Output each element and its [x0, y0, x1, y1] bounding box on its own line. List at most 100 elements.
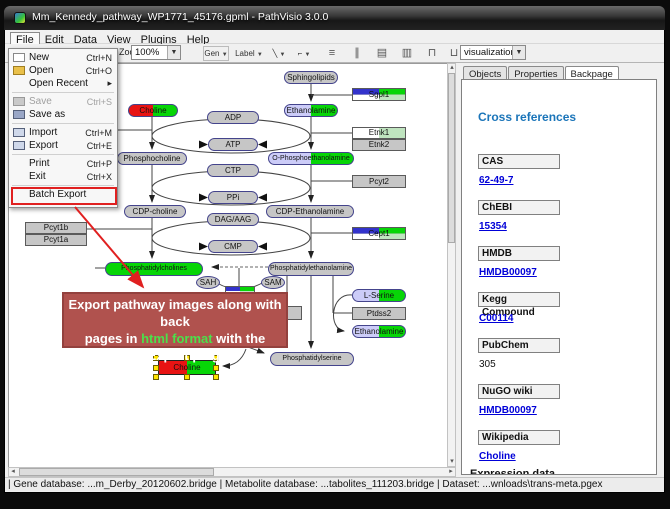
stack-vertical-icon[interactable]: ⊓ [423, 45, 441, 61]
zoom-dropdown-icon[interactable]: ▼ [167, 46, 180, 59]
node-phosphocholine[interactable]: Phosphocholine [117, 152, 187, 165]
visualization-dropdown-icon[interactable]: ▼ [512, 46, 525, 59]
save-icon [13, 97, 25, 106]
scroll-up-icon[interactable]: ▴ [448, 64, 456, 72]
cross-references-heading: Cross references [478, 110, 576, 124]
align-center-horizontal-icon[interactable]: ≡ [323, 45, 341, 61]
xref-section-wikipedia: Wikipedia [478, 430, 560, 445]
export-icon [13, 141, 25, 150]
distribute-horizontal-icon[interactable]: ▤ [373, 45, 391, 61]
xref-section-kegg: Kegg Compound [478, 292, 560, 307]
xref-link-cas[interactable]: 62-49-7 [479, 175, 513, 186]
visualization-combobox[interactable]: visualization ▼ [460, 45, 526, 60]
xref-section-pubchem: PubChem [478, 338, 560, 353]
node-l-serine[interactable]: L-Serine [352, 289, 406, 302]
zoom-combobox[interactable]: 100% ▼ [131, 45, 181, 60]
distribute-vertical-icon[interactable]: ▥ [398, 45, 416, 61]
node-cept1[interactable]: Cept1 [352, 227, 406, 240]
menu-separator [12, 185, 114, 186]
title-bar[interactable]: Mm_Kennedy_pathway_WP1771_45176.gpml - P… [4, 6, 665, 30]
node-pcyt2[interactable]: Pcyt2 [352, 175, 406, 188]
selection-handle[interactable] [213, 365, 219, 371]
node-ctp[interactable]: CTP [207, 164, 259, 177]
file-menu-popup: NewCtrl+N OpenCtrl+O Open Recent▸ SaveCt… [8, 48, 118, 208]
scroll-right-icon[interactable]: ▸ [447, 468, 455, 476]
node-adp[interactable]: ADP [207, 111, 259, 124]
menu-item-save[interactable]: SaveCtrl+S [9, 95, 117, 108]
expression-data-heading: Expression data [470, 468, 555, 475]
node-ethanolamine-2[interactable]: Ethanolamine [352, 325, 406, 338]
node-pcyt1a[interactable]: Pcyt1a [25, 234, 87, 246]
datanode-template-button[interactable]: Gen ▼ [203, 46, 229, 61]
app-icon [14, 12, 26, 24]
node-phosphatidylethanolamine[interactable]: Phosphatidylethanolamine [268, 262, 354, 276]
selection-handle[interactable] [213, 374, 219, 380]
connector-tool-button[interactable]: ⌐ ▼ [293, 46, 315, 61]
node-etnk1[interactable]: Etnk1 [352, 127, 406, 139]
node-phosphatidylcholines[interactable]: Phosphatidylcholines [105, 262, 203, 276]
node-cdp-ethanolamine[interactable]: CDP-Ethanolamine [266, 205, 354, 218]
node-o-phosphoethanolamine[interactable]: O-Phosphoethanolamine [268, 152, 354, 165]
annotation-line2: pages in html format with the [64, 330, 286, 347]
vertical-scroll-thumb[interactable] [448, 73, 455, 243]
xref-link-hmdb[interactable]: HMDB00097 [479, 267, 537, 278]
annotation-callout: Export pathway images along with back pa… [62, 292, 288, 348]
align-center-vertical-icon[interactable]: ∥ [348, 45, 366, 61]
node-sgpl1[interactable]: Sgpl1 [352, 88, 406, 101]
xref-link-wikipedia[interactable]: Choline [479, 451, 516, 462]
status-text: | Gene database: ...m_Derby_20120602.bri… [5, 478, 664, 491]
chevron-down-icon: ▼ [222, 52, 228, 58]
xref-section-hmdb: HMDB [478, 246, 560, 261]
node-sphingolipids[interactable]: Sphingolipids [284, 71, 338, 84]
menu-item-export[interactable]: ExportCtrl+E [9, 139, 117, 152]
window-title: Mm_Kennedy_pathway_WP1771_45176.gpml - P… [32, 11, 328, 23]
menu-bar: FileEditDataViewPluginsHelp [5, 30, 664, 44]
import-icon [13, 128, 25, 137]
selection-handle[interactable] [184, 374, 190, 380]
horizontal-scrollbar[interactable]: ◂ ▸ [8, 467, 456, 477]
xref-link-kegg[interactable]: C00114 [479, 313, 513, 324]
node-atp[interactable]: ATP [208, 138, 258, 151]
chevron-down-icon: ▼ [304, 52, 310, 58]
xref-section-chebi: ChEBI [478, 200, 560, 215]
xref-section-cas: CAS [478, 154, 560, 169]
menu-item-open-recent[interactable]: Open Recent▸ [9, 77, 117, 90]
menu-item-new[interactable]: NewCtrl+N [9, 51, 117, 64]
line-tool-button[interactable]: ╲ ▼ [268, 46, 290, 61]
side-panel-tabs: ObjectsPropertiesBackpageSearchLegend [463, 64, 659, 79]
menu-item-print[interactable]: PrintCtrl+P [9, 157, 117, 170]
xref-link-chebi[interactable]: 15354 [479, 221, 507, 232]
node-ethanolamine[interactable]: Ethanolamine [284, 104, 338, 117]
node-choline[interactable]: Choline [128, 104, 178, 117]
selection-handle[interactable] [153, 365, 159, 371]
menu-item-import[interactable]: ImportCtrl+M [9, 126, 117, 139]
vertical-scrollbar[interactable]: ▴ ▾ [447, 63, 456, 467]
node-pcyt1b[interactable]: Pcyt1b [25, 222, 87, 234]
scroll-left-icon[interactable]: ◂ [9, 468, 17, 476]
annotation-line3: HtmlExport plugin [64, 347, 286, 364]
node-sah[interactable]: SAH [196, 276, 220, 289]
menu-item-open[interactable]: OpenCtrl+O [9, 64, 117, 77]
menu-item-exit[interactable]: ExitCtrl+X [9, 170, 117, 183]
node-dag-aag[interactable]: DAG/AAG [207, 213, 259, 226]
node-sam[interactable]: SAM [261, 276, 285, 289]
submenu-arrow-icon: ▸ [107, 78, 112, 89]
node-cdp-choline[interactable]: CDP-choline [124, 205, 186, 218]
selection-handle[interactable] [153, 374, 159, 380]
node-cmp[interactable]: CMP [208, 240, 258, 253]
menu-separator [12, 92, 114, 93]
chevron-down-icon: ▼ [280, 52, 286, 58]
highlighted-text: html format [141, 331, 213, 346]
node-ptdss2[interactable]: Ptdss2 [352, 307, 406, 320]
menu-separator [12, 123, 114, 124]
label-template-button[interactable]: Label ▼ [233, 46, 265, 61]
node-ppi[interactable]: PPi [208, 191, 258, 204]
xref-section-nugo: NuGO wiki [478, 384, 560, 399]
scroll-down-icon[interactable]: ▾ [448, 458, 456, 466]
node-etnk2[interactable]: Etnk2 [352, 139, 406, 151]
status-bar: | Gene database: ...m_Derby_20120602.bri… [5, 477, 664, 491]
xref-link-nugo[interactable]: HMDB00097 [479, 405, 537, 416]
menu-item-save-as[interactable]: Save as [9, 108, 117, 121]
horizontal-scroll-thumb[interactable] [19, 468, 214, 476]
chevron-down-icon: ▼ [257, 52, 263, 58]
